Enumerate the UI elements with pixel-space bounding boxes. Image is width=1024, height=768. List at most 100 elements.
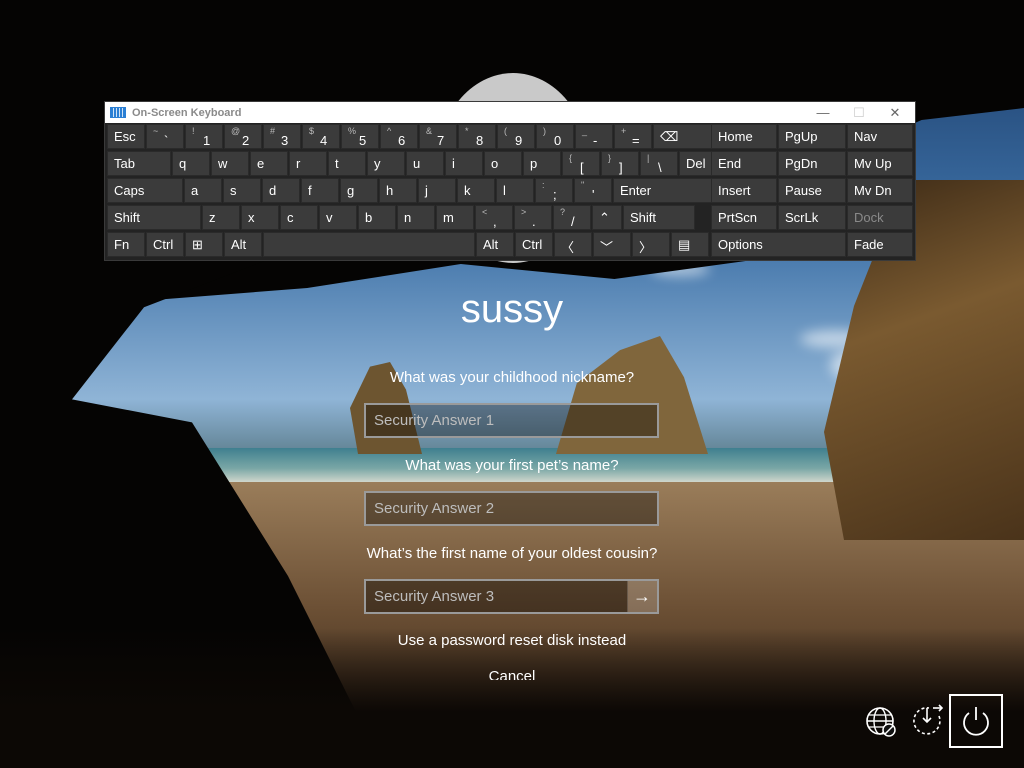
osk-key-3[interactable]: #3 bbox=[263, 124, 301, 149]
osk-key-n[interactable]: n bbox=[397, 205, 435, 230]
osk-key-a[interactable]: a bbox=[184, 178, 222, 203]
osk-key-.[interactable]: >. bbox=[514, 205, 552, 230]
osk-key-label: Fade bbox=[854, 237, 884, 252]
osk-key-j[interactable]: j bbox=[418, 178, 456, 203]
osk-key-2[interactable]: @2 bbox=[224, 124, 262, 149]
osk-key-⌃[interactable]: ⌃ bbox=[592, 205, 622, 230]
osk-key-end[interactable]: End bbox=[711, 151, 777, 176]
osk-key-esc[interactable]: Esc bbox=[107, 124, 145, 149]
close-button[interactable]: ✕ bbox=[877, 102, 913, 123]
osk-key-pgdn[interactable]: PgDn bbox=[778, 151, 846, 176]
osk-key-alt[interactable]: Alt bbox=[224, 232, 262, 257]
osk-key-4[interactable]: $4 bbox=[302, 124, 340, 149]
osk-key-u[interactable]: u bbox=[406, 151, 444, 176]
osk-key-t[interactable]: t bbox=[328, 151, 366, 176]
osk-key--[interactable]: _ - bbox=[575, 124, 613, 149]
osk-key-shift-label: < bbox=[482, 207, 488, 217]
osk-key-k[interactable]: k bbox=[457, 178, 495, 203]
osk-key-`[interactable]: ~ ` bbox=[146, 124, 184, 149]
osk-key-g[interactable]: g bbox=[340, 178, 378, 203]
osk-key-mv-dn[interactable]: Mv Dn bbox=[847, 178, 913, 203]
osk-key-e[interactable]: e bbox=[250, 151, 288, 176]
osk-key-x[interactable]: x bbox=[241, 205, 279, 230]
osk-key-enter[interactable]: Enter bbox=[613, 178, 715, 203]
osk-key-space[interactable] bbox=[263, 232, 475, 257]
osk-key-tab[interactable]: Tab bbox=[107, 151, 171, 176]
osk-key-;[interactable]: :; bbox=[535, 178, 573, 203]
osk-key-h[interactable]: h bbox=[379, 178, 417, 203]
ease-of-access-button[interactable] bbox=[900, 694, 954, 748]
osk-key-z[interactable]: z bbox=[202, 205, 240, 230]
osk-key-w[interactable]: w bbox=[211, 151, 249, 176]
osk-key-label: p bbox=[530, 156, 538, 171]
osk-key-5[interactable]: % 5 bbox=[341, 124, 379, 149]
osk-key-p[interactable]: p bbox=[523, 151, 561, 176]
osk-key-〈[interactable]: 〈 bbox=[554, 232, 592, 257]
osk-key-b[interactable]: b bbox=[358, 205, 396, 230]
osk-key-d[interactable]: d bbox=[262, 178, 300, 203]
osk-key-fn[interactable]: Fn bbox=[107, 232, 145, 257]
osk-key-y[interactable]: y bbox=[367, 151, 405, 176]
osk-key-caps[interactable]: Caps bbox=[107, 178, 183, 203]
osk-key-=[interactable]: + = bbox=[614, 124, 652, 149]
osk-key-fade[interactable]: Fade bbox=[847, 232, 913, 257]
security-answer-3-input[interactable] bbox=[364, 579, 628, 614]
osk-key-pgup[interactable]: PgUp bbox=[778, 124, 846, 149]
osk-key-][interactable]: }] bbox=[601, 151, 639, 176]
osk-key-⊞[interactable]: ⊞ bbox=[185, 232, 223, 257]
osk-key-m[interactable]: m bbox=[436, 205, 474, 230]
osk-key-\[interactable]: | \ bbox=[640, 151, 678, 176]
osk-key-8[interactable]: * 8 bbox=[458, 124, 496, 149]
osk-key-c[interactable]: c bbox=[280, 205, 318, 230]
osk-key-base-label: ' bbox=[592, 187, 595, 202]
submit-arrow-button[interactable]: → bbox=[627, 579, 659, 614]
osk-key-nav[interactable]: Nav bbox=[847, 124, 913, 149]
osk-key-l[interactable]: l bbox=[496, 178, 534, 203]
osk-key-﹀[interactable]: ﹀ bbox=[593, 232, 631, 257]
osk-key-pause[interactable]: Pause bbox=[778, 178, 846, 203]
osk-key-label: Tab bbox=[114, 156, 135, 171]
osk-key-9[interactable]: (9 bbox=[497, 124, 535, 149]
osk-key-base-label: ` bbox=[164, 133, 169, 148]
keyboard-icon bbox=[110, 107, 126, 118]
osk-key-'[interactable]: " ' bbox=[574, 178, 612, 203]
osk-key-label: k bbox=[464, 183, 471, 198]
osk-key-s[interactable]: s bbox=[223, 178, 261, 203]
osk-key-home[interactable]: Home bbox=[711, 124, 777, 149]
osk-key-shift[interactable]: Shift bbox=[107, 205, 201, 230]
cancel-link[interactable]: Cancel bbox=[0, 668, 1024, 680]
osk-key-i[interactable]: i bbox=[445, 151, 483, 176]
osk-key-[[interactable]: {[ bbox=[562, 151, 600, 176]
osk-key-alt[interactable]: Alt bbox=[476, 232, 514, 257]
osk-key-⌫[interactable]: ⌫ bbox=[653, 124, 717, 149]
osk-key-〉[interactable]: 〉 bbox=[632, 232, 670, 257]
osk-key-options[interactable]: Options bbox=[711, 232, 846, 257]
security-answer-1-input[interactable] bbox=[364, 403, 659, 438]
osk-key-,[interactable]: <, bbox=[475, 205, 513, 230]
osk-key-0[interactable]: ) 0 bbox=[536, 124, 574, 149]
security-answer-2-input[interactable] bbox=[364, 491, 659, 526]
osk-key-6[interactable]: ^ 6 bbox=[380, 124, 418, 149]
osk-key-ctrl[interactable]: Ctrl bbox=[515, 232, 553, 257]
osk-titlebar[interactable]: On-Screen Keyboard — ☐ ✕ bbox=[105, 102, 915, 123]
osk-key-o[interactable]: o bbox=[484, 151, 522, 176]
minimize-button[interactable]: — bbox=[805, 102, 841, 123]
osk-key-7[interactable]: & 7 bbox=[419, 124, 457, 149]
osk-key-mv-up[interactable]: Mv Up bbox=[847, 151, 913, 176]
osk-key-1[interactable]: ! 1 bbox=[185, 124, 223, 149]
osk-key-shift-label: : bbox=[542, 180, 545, 190]
osk-key-q[interactable]: q bbox=[172, 151, 210, 176]
password-reset-disk-link[interactable]: Use a password reset disk instead bbox=[0, 632, 1024, 649]
osk-key-scrlk[interactable]: ScrLk bbox=[778, 205, 846, 230]
osk-key-r[interactable]: r bbox=[289, 151, 327, 176]
osk-key-ctrl[interactable]: Ctrl bbox=[146, 232, 184, 257]
maximize-button[interactable]: ☐ bbox=[841, 102, 877, 123]
osk-key-/[interactable]: ? / bbox=[553, 205, 591, 230]
osk-key-v[interactable]: v bbox=[319, 205, 357, 230]
osk-key-shift[interactable]: Shift bbox=[623, 205, 695, 230]
osk-key-insert[interactable]: Insert bbox=[711, 178, 777, 203]
power-button[interactable] bbox=[949, 694, 1003, 748]
osk-key-f[interactable]: f bbox=[301, 178, 339, 203]
osk-key-▤[interactable]: ▤ bbox=[671, 232, 709, 257]
osk-key-prtscn[interactable]: PrtScn bbox=[711, 205, 777, 230]
